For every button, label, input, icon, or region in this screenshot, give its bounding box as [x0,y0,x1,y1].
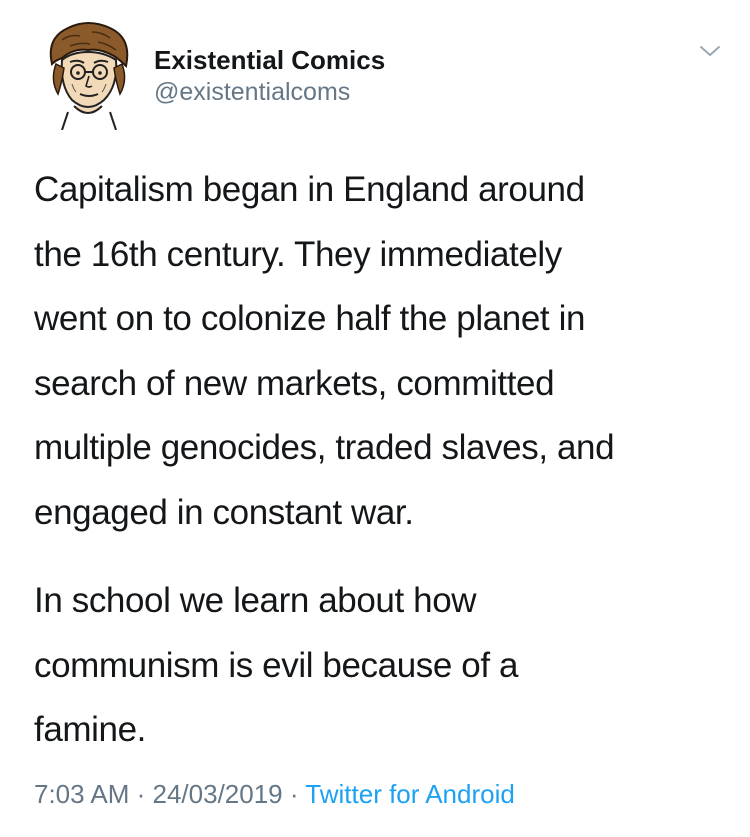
cartoon-portrait-avatar-icon [49,22,129,131]
display-name[interactable]: Existential Comics [154,44,385,76]
tweet-paragraph: In school we learn about how communism i… [34,581,519,749]
user-handle[interactable]: @existentialcoms [154,76,385,108]
tweet-menu-button[interactable] [698,42,722,60]
meta-separator: · [282,779,306,809]
tweet-text: Capitalism began in England around the 1… [34,158,734,763]
chevron-down-icon [700,46,720,56]
tweet-card: Existential Comics @existentialcoms Capi… [0,0,750,837]
meta-separator: · [129,779,153,809]
tweet-author: Existential Comics @existentialcoms [154,44,385,108]
tweet-metadata: 7:03 AM · 24/03/2019 · Twitter for Andro… [34,776,515,812]
avatar[interactable] [40,20,136,131]
tweet-source-link[interactable]: Twitter for Android [305,779,515,809]
tweet-paragraph: Capitalism began in England around the 1… [34,170,615,532]
tweet-date[interactable]: 24/03/2019 [153,779,283,809]
tweet-time[interactable]: 7:03 AM [34,779,129,809]
tweet-header: Existential Comics @existentialcoms [40,20,730,131]
